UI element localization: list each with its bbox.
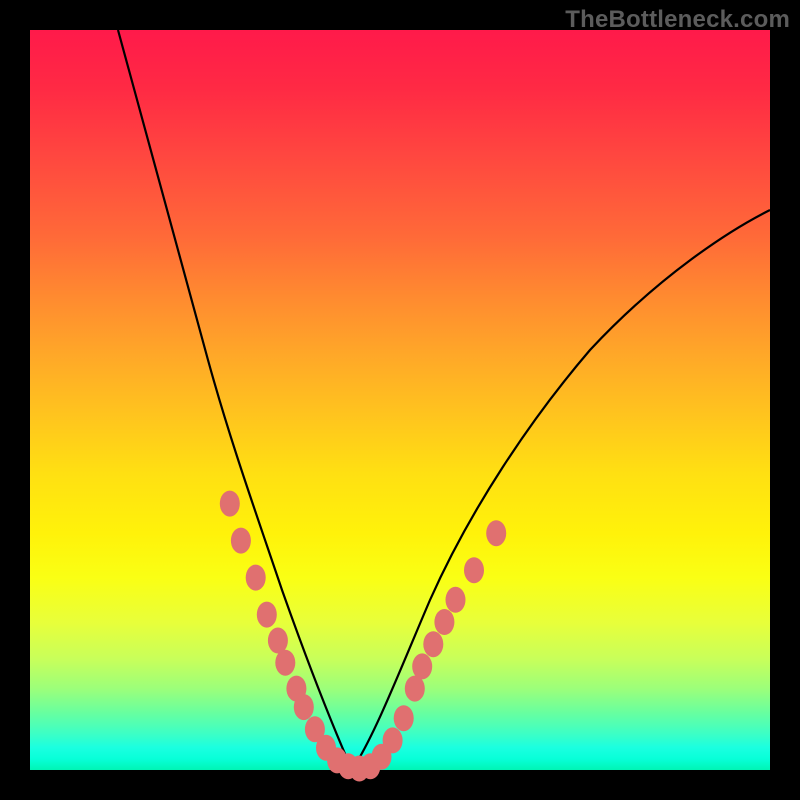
bead-point: [294, 694, 314, 720]
bead-point: [220, 491, 240, 517]
bead-point: [423, 631, 443, 657]
bead-point: [434, 609, 454, 635]
bead-point: [405, 676, 425, 702]
bead-point: [486, 520, 506, 546]
bead-point: [268, 628, 288, 654]
bead-point: [383, 727, 403, 753]
curve-layer: [118, 30, 770, 770]
bead-point: [275, 650, 295, 676]
chart-frame: TheBottleneck.com: [0, 0, 800, 800]
bead-point: [246, 565, 266, 591]
bead-point: [446, 587, 466, 613]
watermark-text: TheBottleneck.com: [565, 6, 790, 34]
bead-point: [257, 602, 277, 628]
bead-point: [231, 528, 251, 554]
plot-area: [30, 30, 770, 770]
bead-point: [412, 653, 432, 679]
bead-point: [464, 557, 484, 583]
bead-point: [394, 705, 414, 731]
chart-svg: [30, 30, 770, 770]
left-curve: [118, 30, 352, 770]
